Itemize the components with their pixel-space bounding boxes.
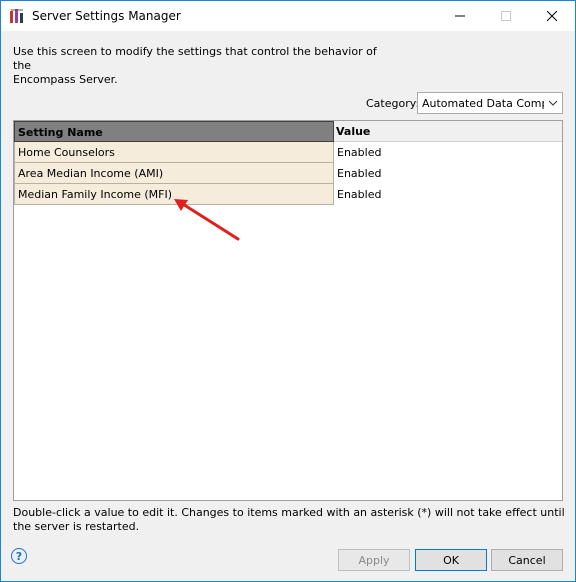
- column-header-value[interactable]: Value: [334, 121, 562, 142]
- maximize-button[interactable]: [483, 1, 529, 31]
- setting-value-cell[interactable]: Enabled: [334, 163, 562, 184]
- window-title: Server Settings Manager: [32, 9, 181, 23]
- app-icon: [10, 9, 23, 23]
- maximize-icon: [501, 11, 511, 21]
- dialog-content: Use this screen to modify the settings t…: [1, 31, 575, 581]
- category-selected-value: Automated Data Completion: [422, 97, 544, 110]
- column-header-setting-name[interactable]: Setting Name: [14, 121, 334, 142]
- apply-button[interactable]: Apply: [338, 549, 410, 571]
- minimize-button[interactable]: [437, 1, 483, 31]
- ok-button[interactable]: OK: [415, 549, 487, 571]
- annotation-arrow-icon: [174, 199, 240, 241]
- settings-grid[interactable]: Setting Name Value Home Counselors Enabl…: [13, 120, 563, 501]
- close-button[interactable]: [529, 1, 575, 31]
- setting-name-cell[interactable]: Area Median Income (AMI): [14, 163, 334, 184]
- category-dropdown[interactable]: Automated Data Completion: [417, 92, 563, 114]
- help-icon[interactable]: ?: [11, 548, 27, 564]
- minimize-icon: [455, 15, 465, 17]
- table-row[interactable]: Median Family Income (MFI) Enabled: [14, 184, 562, 205]
- category-label: Category:: [366, 97, 420, 110]
- close-icon: [547, 11, 557, 21]
- chevron-down-icon: [548, 100, 558, 106]
- server-settings-window: Server Settings Manager Use this screen …: [0, 0, 576, 582]
- setting-value-cell[interactable]: Enabled: [334, 184, 562, 205]
- title-bar[interactable]: Server Settings Manager: [1, 1, 575, 31]
- setting-name-cell[interactable]: Home Counselors: [14, 142, 334, 163]
- intro-text: Use this screen to modify the settings t…: [13, 45, 377, 86]
- table-row[interactable]: Area Median Income (AMI) Enabled: [14, 163, 562, 184]
- cancel-button[interactable]: Cancel: [491, 549, 563, 571]
- setting-value-cell[interactable]: Enabled: [334, 142, 562, 163]
- hint-text: Double-click a value to edit it. Changes…: [13, 506, 565, 533]
- grid-header: Setting Name Value: [14, 121, 562, 142]
- table-row[interactable]: Home Counselors Enabled: [14, 142, 562, 163]
